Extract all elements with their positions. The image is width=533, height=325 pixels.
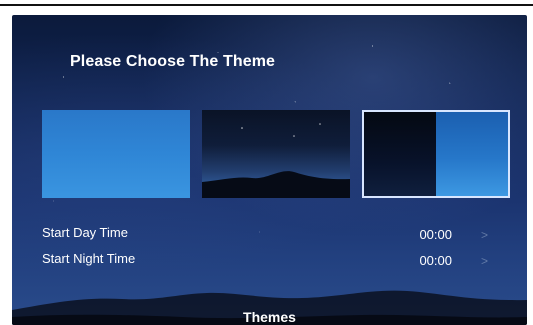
- start-day-time-row[interactable]: Start Day Time 00:00 >: [42, 225, 512, 251]
- start-night-time-row[interactable]: Start Night Time 00:00 >: [42, 251, 512, 277]
- theme-screen: Please Choose The Theme Start Day Time 0…: [12, 15, 527, 325]
- night-landscape-illustration: [202, 123, 350, 198]
- night-theme-thumbnail[interactable]: [202, 110, 350, 198]
- top-divider: [0, 0, 533, 10]
- themes-footer-title: Themes: [243, 309, 296, 325]
- auto-theme-thumbnail-selected[interactable]: [362, 110, 510, 198]
- start-night-time-value: 00:00: [419, 253, 452, 268]
- auto-theme-day-half: [436, 112, 508, 196]
- theme-options: [42, 110, 512, 198]
- start-day-time-value: 00:00: [419, 227, 452, 242]
- chevron-right-icon: >: [480, 254, 488, 268]
- device-frame: Please Choose The Theme Start Day Time 0…: [0, 0, 533, 325]
- start-night-time-label: Start Night Time: [42, 251, 136, 266]
- page-title: Please Choose The Theme: [70, 53, 276, 70]
- day-theme-thumbnail[interactable]: [42, 110, 190, 198]
- theme-settings-list: Start Day Time 00:00 > Start Night Time …: [42, 225, 512, 277]
- start-day-time-label: Start Day Time: [42, 225, 128, 240]
- auto-theme-night-half: [364, 112, 436, 196]
- chevron-right-icon: >: [480, 228, 488, 242]
